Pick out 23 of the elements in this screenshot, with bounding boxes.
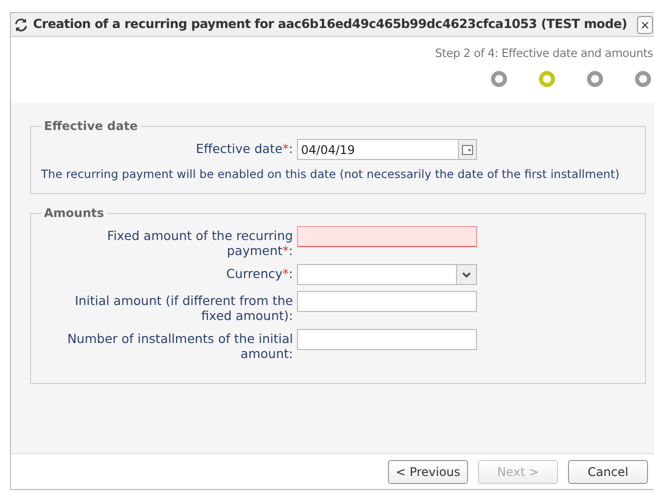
currency-dropdown[interactable] — [297, 264, 477, 286]
refresh-icon — [13, 16, 29, 32]
section-legend: Amounts — [41, 204, 107, 222]
date-field[interactable]: 04/04/19 — [297, 139, 477, 160]
input-field[interactable] — [297, 329, 477, 350]
calendar-button[interactable] — [458, 140, 476, 159]
wizard-button[interactable]: Cancel — [568, 460, 648, 484]
chevron-down-icon — [462, 272, 471, 278]
field-label: Fixed amount of the recurring payment*: — [106, 227, 293, 258]
window-title: Creation of a recurring payment for aac6b16ed49c465b99dc4623cfca1053 (TEST mode) — [33, 15, 628, 34]
wizard-button[interactable]: < Previous — [388, 460, 468, 484]
step-caption: Step 2 of 4: Effective date and amounts — [435, 45, 653, 62]
field-label: Number of installments of the initial amount: — [66, 330, 293, 362]
date-input[interactable]: 04/04/19 — [298, 140, 458, 158]
close-button[interactable]: × — [637, 16, 653, 34]
input-field[interactable] — [297, 291, 477, 312]
field-label: Currency*: — [225, 265, 293, 282]
hint-text: The recurring payment will be enabled on this date (not necessarily the date of the first installment) — [41, 166, 620, 183]
input-field[interactable] — [297, 226, 477, 248]
calendar-icon — [462, 144, 473, 154]
field-label: Effective date*: — [194, 140, 293, 156]
field-label: Initial amount (if different from the fixed amount): — [74, 292, 293, 324]
section-legend: Effective date — [41, 117, 141, 135]
